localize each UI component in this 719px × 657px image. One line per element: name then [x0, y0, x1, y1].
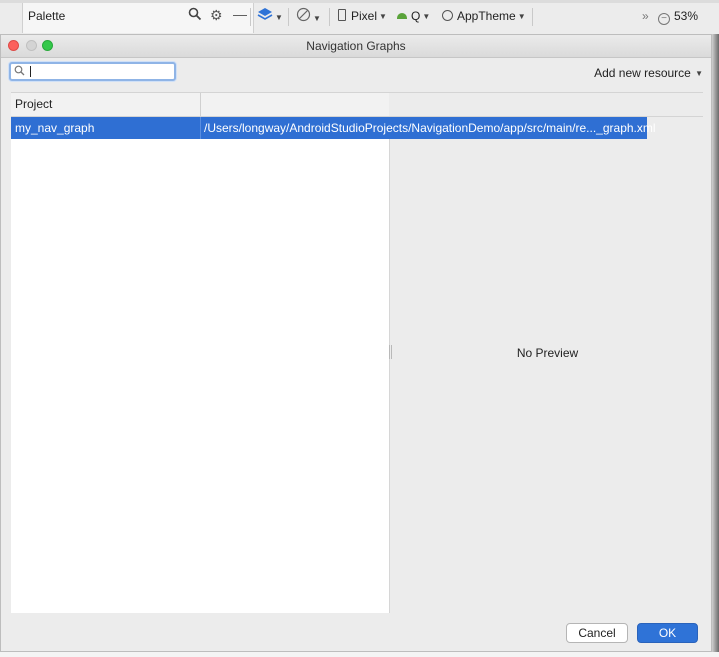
background-window-edge [712, 34, 719, 652]
rotate-icon[interactable]: ▼ [296, 7, 321, 27]
theme-selector[interactable]: AppTheme ▼ [442, 9, 526, 23]
chevron-down-icon: ▼ [692, 69, 703, 78]
device-label: Pixel [351, 9, 378, 23]
layers-icon[interactable]: ▼ [257, 7, 283, 26]
gear-icon[interactable]: ⚙ [210, 7, 223, 23]
api-label: Q [411, 9, 421, 23]
android-icon [397, 13, 407, 19]
search-field[interactable] [9, 62, 176, 81]
search-input[interactable] [28, 64, 168, 79]
add-resource-label: Add new resource [594, 66, 691, 80]
dialog-titlebar: Navigation Graphs [1, 35, 711, 58]
table-header: Project [11, 92, 389, 117]
theme-label: AppTheme [457, 9, 516, 23]
background-strip [0, 652, 719, 657]
resource-name: my_nav_graph [15, 121, 95, 135]
toolbar-separator [288, 8, 289, 26]
toolbar-separator [532, 8, 533, 26]
minimize-panel-icon[interactable]: — [233, 6, 247, 22]
toolbar-separator [329, 8, 330, 26]
more-icon[interactable]: » [642, 9, 649, 23]
zoom-control[interactable]: −53% [658, 9, 698, 25]
toolbar-separator [250, 8, 251, 26]
add-new-resource-dropdown[interactable]: Add new resource ▼ [594, 66, 703, 80]
table-row[interactable]: my_nav_graph /Users/longway/AndroidStudi… [11, 117, 656, 139]
text-cursor [30, 66, 31, 77]
column-divider [200, 117, 201, 139]
device-selector[interactable]: Pixel ▼ [338, 9, 387, 23]
zoom-level: 53% [674, 9, 699, 23]
column-divider [200, 93, 201, 116]
phone-icon [338, 9, 346, 21]
api-selector[interactable]: Q ▼ [397, 9, 430, 23]
theme-icon [442, 10, 453, 21]
ok-button[interactable]: OK [637, 623, 698, 643]
navigation-graphs-dialog: Navigation Graphs Add new resource ▼ Pro… [0, 34, 712, 652]
ide-toolbar: Palette ⚙ — ▼ ▼ Pixel ▼ Q ▼ AppTheme ▼ » −5… [0, 0, 719, 35]
zoom-out-icon: − [658, 13, 670, 25]
resource-table: Project my_nav_graph /Users/longway/Andr… [11, 92, 656, 613]
search-icon [14, 65, 25, 79]
column-header-project[interactable]: Project [15, 97, 52, 111]
search-icon[interactable] [188, 7, 202, 24]
preview-placeholder: No Preview [516, 346, 579, 360]
dialog-title: Navigation Graphs [306, 39, 406, 53]
preview-header [389, 92, 703, 117]
resource-path: /Users/longway/AndroidStudioProjects/Nav… [204, 121, 656, 135]
cancel-button[interactable]: Cancel [566, 623, 628, 643]
palette-label: Palette [28, 9, 66, 23]
